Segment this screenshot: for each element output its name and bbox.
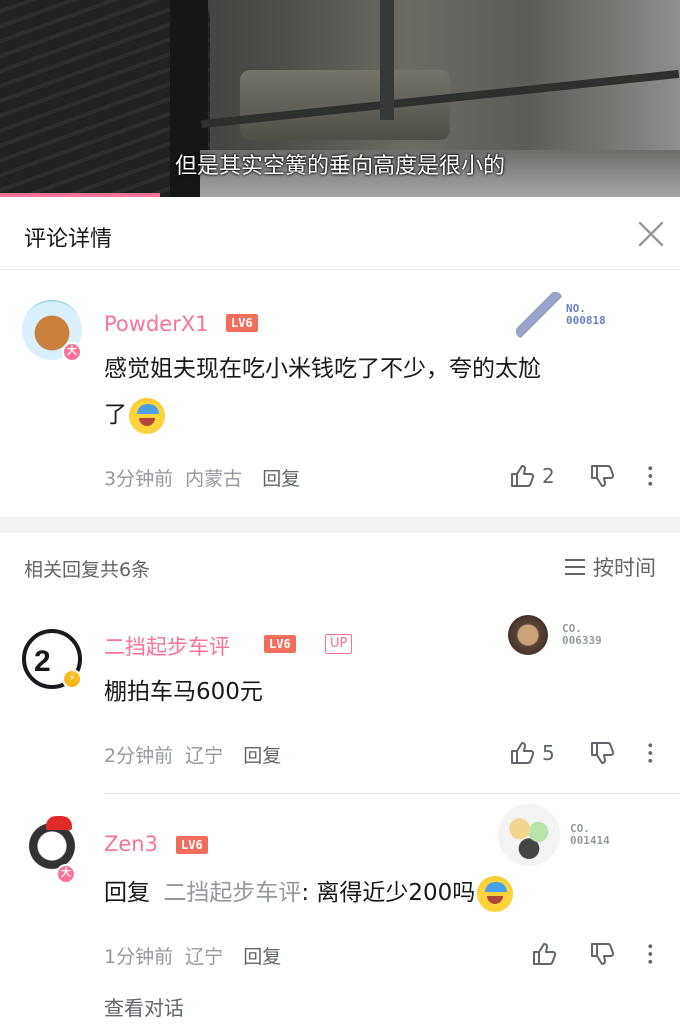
like-count: 5	[542, 741, 555, 765]
like-button[interactable]: 2	[508, 461, 555, 491]
level-badge: LV6	[264, 635, 296, 653]
comment-time: 1分钟前	[104, 946, 174, 968]
like-count: 2	[542, 464, 555, 488]
fan-badge-image	[508, 615, 548, 655]
thumb-down-icon	[591, 943, 615, 965]
more-button[interactable]	[640, 939, 664, 969]
sort-label: 按时间	[593, 556, 656, 580]
comment-text-line1: 感觉姐夫现在吃小米钱吃了不少，夸的太尬	[104, 356, 541, 382]
close-icon	[638, 221, 664, 247]
level-badge: LV6	[176, 836, 208, 854]
comment-text-line2: 了	[104, 402, 127, 428]
reply-item: 2 ⚡ 二挡起步车评 LV6 UP CO. 006339 棚拍车马600元 2分…	[0, 601, 680, 793]
comment-meta: 2分钟前 辽宁 回复	[104, 741, 281, 768]
close-button[interactable]	[636, 219, 666, 249]
like-button[interactable]	[530, 939, 558, 969]
more-icon	[648, 743, 653, 763]
fan-badge-number: 001414	[570, 834, 610, 847]
username[interactable]: PowderX1	[104, 312, 209, 336]
fan-badge[interactable]: CO. 006339	[508, 615, 602, 655]
fan-badge[interactable]: CO. 001414	[498, 804, 610, 866]
reply-prefix: 回复	[104, 880, 150, 906]
reply-button[interactable]: 回复	[243, 745, 281, 767]
avatar[interactable]: 2 ⚡	[22, 629, 82, 689]
santa-hat	[46, 816, 72, 830]
more-icon	[648, 944, 653, 964]
thumb-down-icon	[591, 465, 615, 487]
more-icon	[648, 466, 653, 486]
fan-badge[interactable]: NO. 000818	[516, 292, 606, 338]
reply-target-link[interactable]: 二挡起步车评	[163, 880, 301, 906]
verified-badge: ⚡	[62, 669, 82, 689]
sort-icon	[565, 559, 585, 575]
thumb-up-icon	[511, 465, 535, 487]
level-badge: LV6	[226, 314, 258, 332]
video-frame-strut	[380, 0, 394, 120]
like-button[interactable]: 5	[508, 738, 555, 768]
comment-text: 感觉姐夫现在吃小米钱吃了不少，夸的太尬 了	[104, 346, 664, 438]
thumb-up-icon	[511, 742, 535, 764]
avatar[interactable]: 大	[22, 300, 82, 362]
replies-header: 相关回复共6条 按时间	[0, 533, 680, 601]
section-divider	[0, 517, 680, 533]
replies-count-title: 相关回复共6条	[24, 559, 151, 581]
fan-badge-number: 000818	[566, 314, 606, 327]
dislike-button[interactable]	[588, 738, 616, 768]
fan-badge-image	[498, 804, 560, 866]
comment-text: 回复 二挡起步车评: 离得近少200吗	[104, 870, 664, 916]
comment-meta: 3分钟前 内蒙古 回复	[104, 464, 300, 491]
comment-time: 3分钟前	[104, 468, 174, 490]
reply-text: : 离得近少200吗	[301, 880, 476, 906]
sort-button[interactable]: 按时间	[563, 552, 656, 582]
page-title: 评论详情	[24, 227, 113, 252]
thumb-down-icon	[591, 742, 615, 764]
reply-item: 大 Zen3 LV6 CO. 001414 回复 二挡起步车评: 离得近少200…	[0, 794, 680, 1024]
vip-badge: 大	[62, 342, 82, 362]
comment-meta: 1分钟前 辽宁 回复	[104, 942, 281, 969]
reply-button[interactable]: 回复	[243, 946, 281, 968]
more-button[interactable]	[640, 738, 664, 768]
dislike-button[interactable]	[588, 939, 616, 969]
comment-location: 内蒙古	[185, 468, 243, 490]
view-conversation-link[interactable]: 查看对话	[104, 992, 184, 1021]
comment-detail-header: 评论详情	[0, 197, 680, 270]
up-tag: UP	[325, 634, 353, 654]
emoji-icon	[129, 397, 165, 434]
reply-button[interactable]: 回复	[262, 468, 300, 490]
comment-location: 辽宁	[185, 946, 224, 968]
fan-badge-number: 006339	[562, 634, 602, 647]
username[interactable]: 二挡起步车评	[104, 631, 230, 661]
username[interactable]: Zen3	[104, 832, 158, 856]
comment-location: 辽宁	[185, 745, 224, 767]
comment-time: 2分钟前	[104, 745, 174, 767]
video-subtitle: 但是其实空簧的垂向高度是很小的	[174, 154, 505, 179]
dislike-button[interactable]	[588, 461, 616, 491]
comment-text: 棚拍车马600元	[104, 679, 263, 705]
fan-badge-image	[516, 292, 562, 338]
more-button[interactable]	[640, 461, 664, 491]
main-comment: 大 PowderX1 LV6 NO. 000818 感觉姐夫现在吃小米钱吃了不少…	[0, 270, 680, 517]
vip-badge: 大	[56, 864, 76, 884]
avatar[interactable]: 大	[22, 816, 82, 884]
thumb-up-icon	[533, 943, 557, 965]
video-player[interactable]: 但是其实空簧的垂向高度是很小的	[0, 0, 680, 197]
emoji-icon	[477, 875, 514, 912]
